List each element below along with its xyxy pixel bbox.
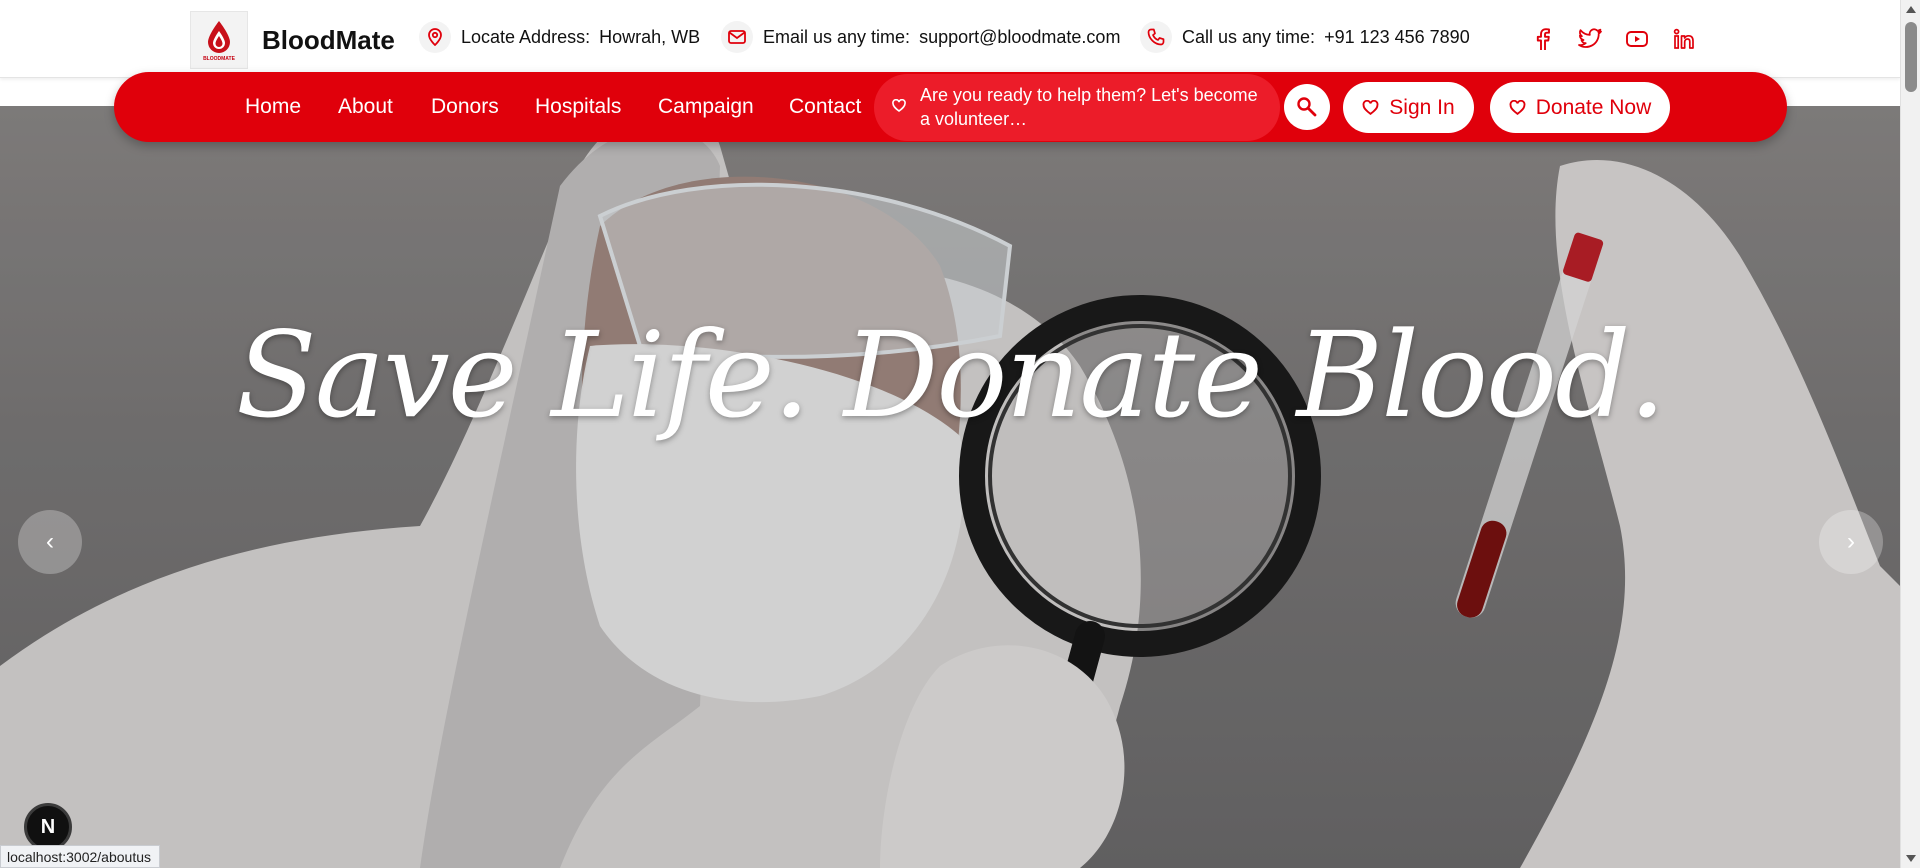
scroll-down-arrow-icon[interactable] <box>1906 855 1916 862</box>
address-info: Locate Address: Howrah, WB <box>419 21 700 53</box>
nav-donors[interactable]: Donors <box>431 95 499 119</box>
scroll-thumb[interactable] <box>1905 22 1917 92</box>
youtube-icon[interactable] <box>1624 26 1650 52</box>
twitter-icon[interactable] <box>1577 26 1603 52</box>
search-icon <box>1297 97 1317 117</box>
brand-logo[interactable]: BLOODMATE <box>190 11 248 69</box>
phone-label: Call us any time: <box>1182 26 1316 47</box>
top-info-bar: BLOODMATE BloodMate Locate Address: Howr… <box>0 0 1900 78</box>
hero-title: Save Life. Donate Blood. <box>235 306 1666 444</box>
nav-home[interactable]: Home <box>245 95 301 119</box>
phone-info: Call us any time: +91 123 456 7890 <box>1140 21 1470 53</box>
slider-next-button[interactable]: › <box>1819 510 1883 574</box>
linkedin-icon[interactable] <box>1671 26 1697 52</box>
email-info: Email us any time: support@bloodmate.com <box>721 21 1120 53</box>
hero-overlay <box>0 106 1900 868</box>
phone-value[interactable]: +91 123 456 7890 <box>1324 27 1470 48</box>
brand-name[interactable]: BloodMate <box>262 25 395 56</box>
location-pin-icon <box>419 21 451 53</box>
donate-now-button[interactable]: Donate Now <box>1490 82 1670 133</box>
email-label: Email us any time: <box>763 26 911 47</box>
devtools-badge[interactable]: N <box>24 803 72 851</box>
blood-drop-logo-icon <box>208 20 230 53</box>
search-button[interactable] <box>1284 84 1330 130</box>
donate-now-label: Donate Now <box>1535 95 1652 119</box>
volunteer-cta[interactable]: Are you ready to help them? Let's become… <box>874 74 1280 141</box>
sign-in-label: Sign In <box>1389 95 1455 119</box>
heart-icon <box>1509 100 1526 115</box>
slider-prev-button[interactable]: ‹ <box>18 510 82 574</box>
nav-contact[interactable]: Contact <box>789 95 861 119</box>
social-links <box>1530 26 1697 52</box>
main-navbar: Home About Donors Hospitals Campaign Con… <box>114 72 1787 142</box>
page-scrollbar[interactable] <box>1900 0 1920 868</box>
address-label: Locate Address: <box>461 26 591 47</box>
facebook-icon[interactable] <box>1530 26 1556 52</box>
scroll-up-arrow-icon[interactable] <box>1906 6 1916 13</box>
heart-icon <box>1362 100 1379 115</box>
email-value[interactable]: support@bloodmate.com <box>919 27 1120 48</box>
nav-hospitals[interactable]: Hospitals <box>535 95 621 119</box>
nav-about[interactable]: About <box>338 95 393 119</box>
phone-icon <box>1140 21 1172 53</box>
heart-icon <box>892 99 906 112</box>
logo-caption: BLOODMATE <box>203 55 235 62</box>
sign-in-button[interactable]: Sign In <box>1343 82 1474 133</box>
volunteer-cta-text: Are you ready to help them? Let's become… <box>920 85 1258 129</box>
mail-icon <box>721 21 753 53</box>
hero-slider: Save Life. Donate Blood. ‹ › <box>0 106 1900 868</box>
address-value: Howrah, WB <box>599 26 701 47</box>
nav-campaign[interactable]: Campaign <box>658 95 754 119</box>
status-bar-url: localhost:3002/aboutus <box>0 845 160 868</box>
